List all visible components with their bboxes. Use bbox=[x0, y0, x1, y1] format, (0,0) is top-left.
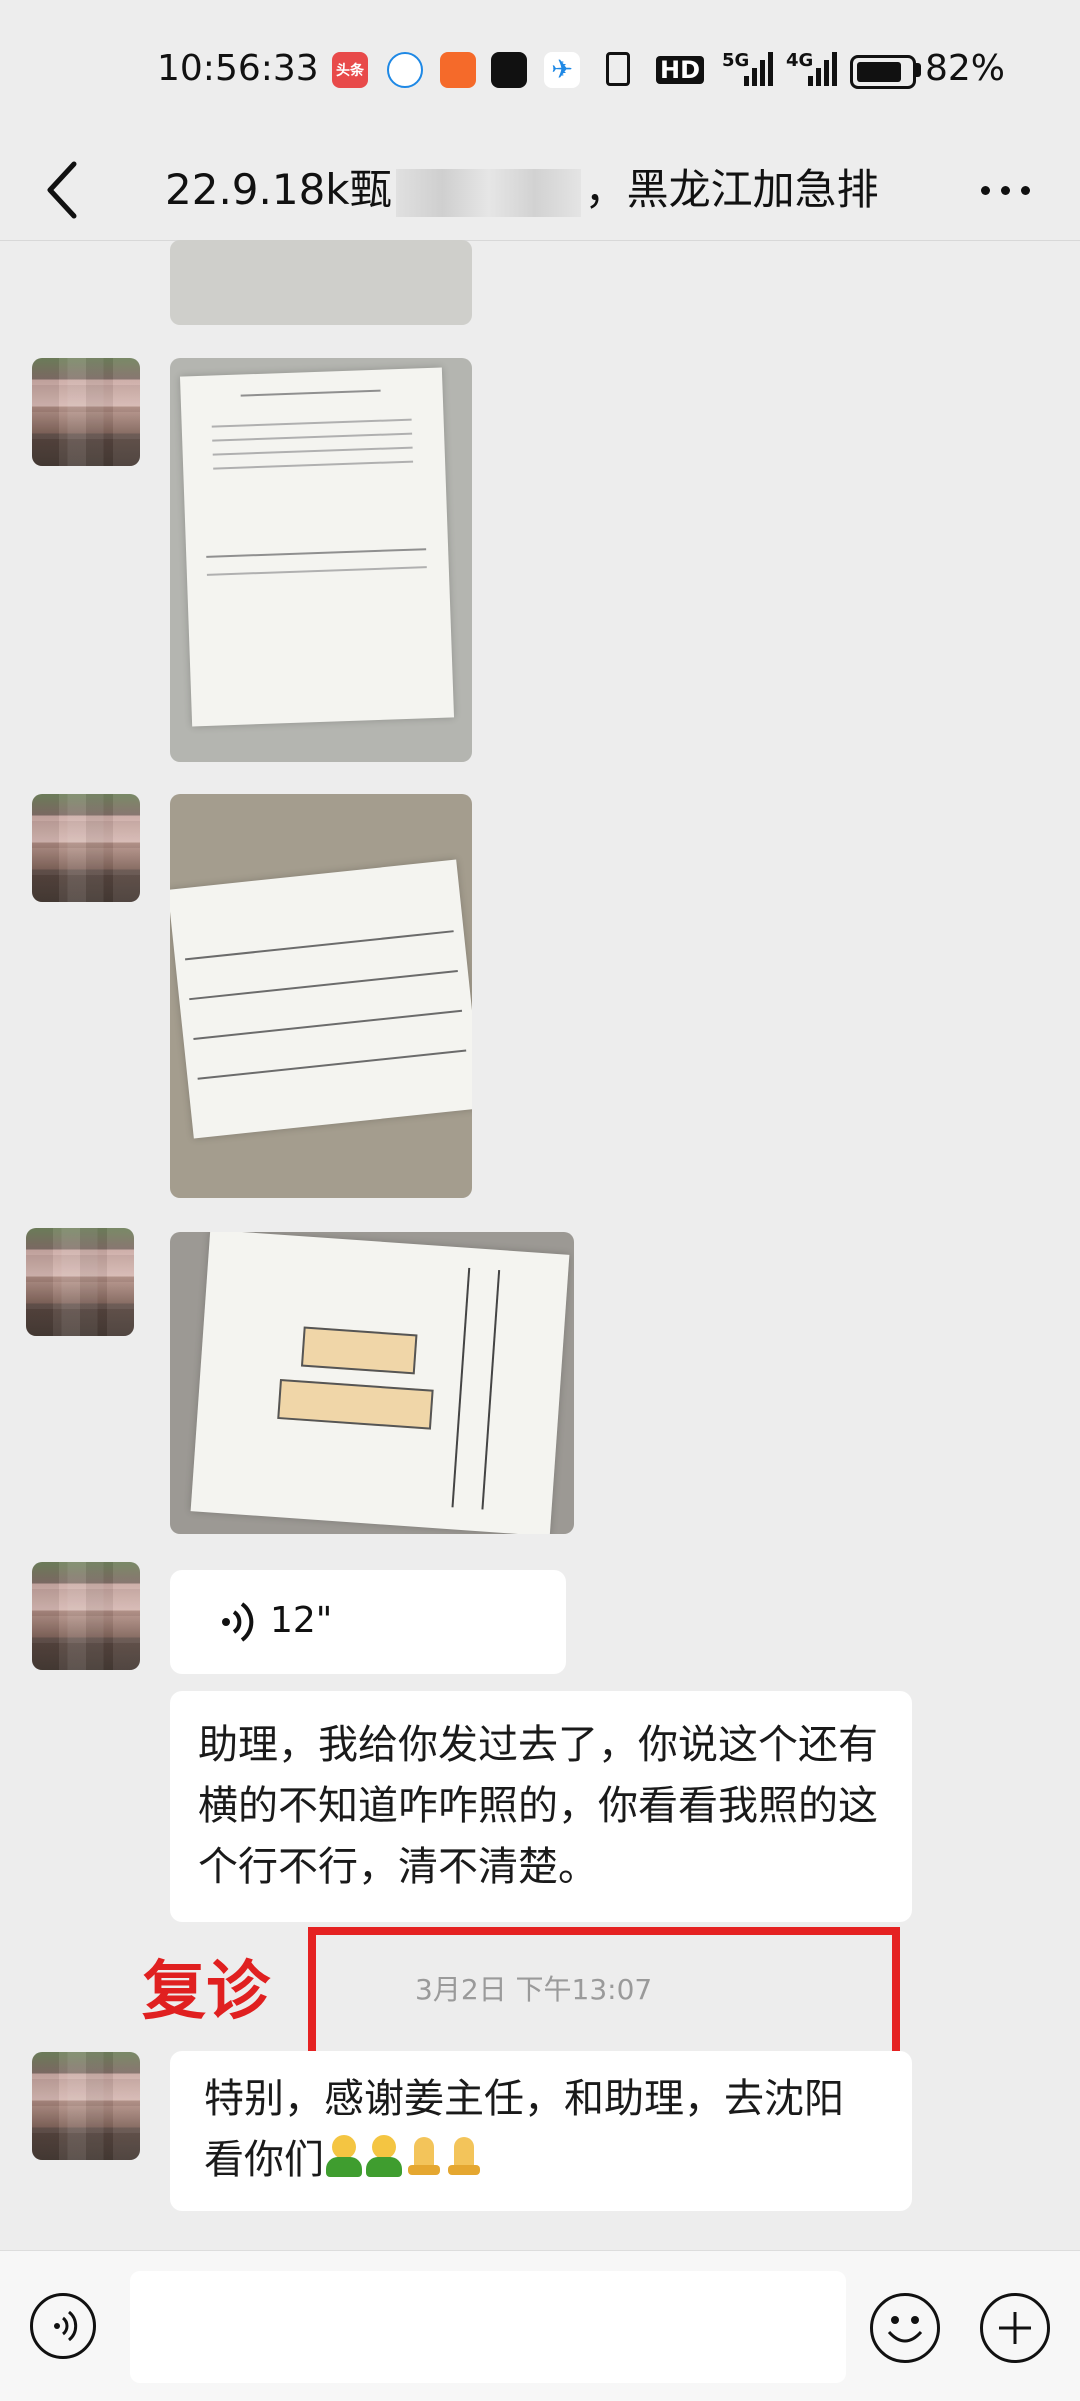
emoji-icon bbox=[887, 2316, 923, 2343]
message-text-with-emoji: 特别，感谢姜主任，和助理，去沈阳看你们 bbox=[170, 2051, 912, 2211]
plus-button[interactable] bbox=[980, 2293, 1050, 2363]
voice-duration: 12" bbox=[270, 1600, 333, 1641]
battery-percent: 82% bbox=[925, 48, 1006, 89]
person-emoji-icon bbox=[364, 2135, 404, 2179]
chat-title-suffix: ，黑龙江加急排 bbox=[584, 165, 879, 214]
avatar[interactable] bbox=[32, 358, 140, 466]
message-text: 助理，我给你发过去了，你说这个还有横的不知道咋咋照的，你看看我照的这个行不行，清… bbox=[198, 1722, 878, 1890]
signal-5g-icon bbox=[744, 52, 773, 86]
text-message[interactable]: 特别，感谢姜主任，和助理，去沈阳看你们 bbox=[170, 2051, 912, 2211]
text-message[interactable]: 助理，我给你发过去了，你说这个还有横的不知道咋咋照的，你看看我照的这个行不行，清… bbox=[170, 1691, 912, 1922]
battery-tip bbox=[916, 63, 921, 77]
chat-title: 22.9.18k甄 ，黑龙江加急排 bbox=[165, 140, 879, 240]
image-message[interactable] bbox=[170, 1232, 574, 1534]
signal-4g-icon bbox=[808, 52, 837, 86]
pray-emoji-icon bbox=[404, 2135, 444, 2179]
tiktok-notification-icon bbox=[491, 52, 527, 88]
image-message[interactable] bbox=[170, 240, 472, 325]
chat-title-prefix: 22.9.18k甄 bbox=[165, 165, 392, 214]
plus-icon bbox=[999, 2312, 1031, 2344]
toutiao-label: 头条 bbox=[336, 63, 364, 79]
blurred-name bbox=[395, 168, 581, 217]
status-time: 10:56:33 bbox=[157, 48, 319, 89]
bar-shape bbox=[300, 1326, 418, 1375]
chevron-left-icon[interactable] bbox=[34, 150, 94, 230]
telecom-notification-icon: ✈ bbox=[544, 52, 580, 88]
message-text: 特别，感谢姜主任，和助理，去沈阳看你们 bbox=[204, 2076, 844, 2183]
app-notification-icon bbox=[440, 52, 476, 88]
header-divider bbox=[0, 240, 1080, 241]
status-bar: 10:56:33 头条 ✈ HD 5G 4G 82% bbox=[0, 0, 1080, 140]
input-bar bbox=[0, 2250, 1080, 2401]
emoji-button[interactable] bbox=[870, 2293, 940, 2363]
message-input[interactable] bbox=[130, 2271, 846, 2383]
avatar[interactable] bbox=[26, 1228, 134, 1336]
voice-message[interactable]: 12" bbox=[170, 1570, 566, 1674]
voice-icon bbox=[54, 2310, 78, 2342]
toutiao-notification-icon: 头条 bbox=[332, 52, 368, 88]
voice-input-button[interactable] bbox=[30, 2293, 96, 2359]
avatar[interactable] bbox=[32, 794, 140, 902]
person-emoji-icon bbox=[324, 2135, 364, 2179]
avatar[interactable] bbox=[32, 1562, 140, 1670]
vibrate-icon bbox=[606, 52, 630, 86]
hd-icon: HD bbox=[656, 56, 705, 84]
battery-icon bbox=[850, 55, 916, 89]
bar-shape bbox=[277, 1379, 434, 1430]
avatar[interactable] bbox=[32, 2052, 140, 2160]
pray-emoji-icon bbox=[444, 2135, 484, 2179]
browser-notification-icon bbox=[387, 52, 423, 88]
image-message[interactable] bbox=[170, 358, 472, 762]
image-message[interactable] bbox=[170, 794, 472, 1198]
message-timestamp: 3月2日 下午13:07 bbox=[415, 1973, 653, 2006]
chat-header: 22.9.18k甄 ，黑龙江加急排 bbox=[0, 140, 1080, 240]
annotation-label: 复诊 bbox=[142, 1955, 270, 2029]
voice-icon bbox=[222, 1602, 254, 1642]
more-horizontal-icon[interactable] bbox=[975, 170, 1035, 210]
